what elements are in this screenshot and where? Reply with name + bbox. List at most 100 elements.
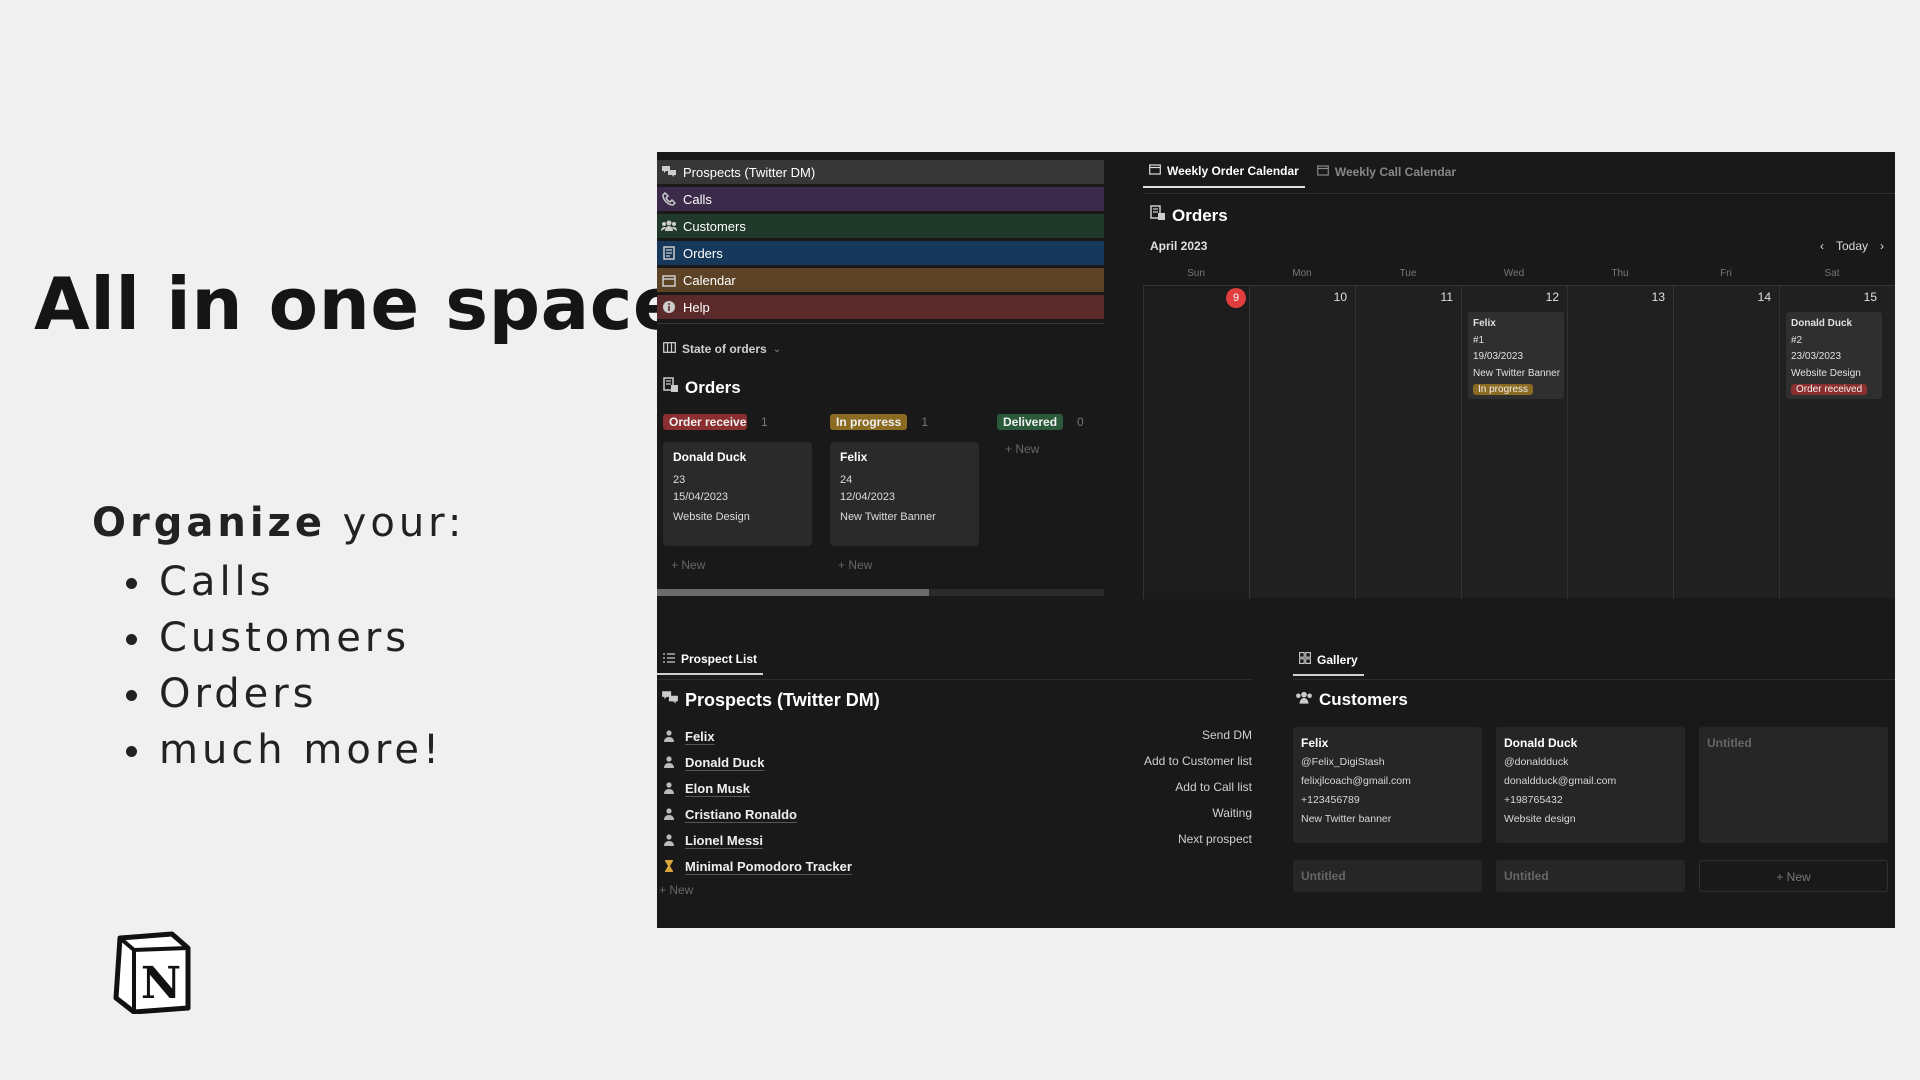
- nav-item-calls[interactable]: Calls: [657, 187, 1104, 211]
- calendar-day[interactable]: 9: [1143, 286, 1249, 599]
- chevron-right-icon[interactable]: ›: [1880, 239, 1884, 253]
- new-card-button[interactable]: + New: [663, 558, 818, 572]
- calendar-day[interactable]: 10: [1249, 286, 1355, 599]
- nav-label: Calls: [683, 191, 712, 207]
- new-card-button[interactable]: + New: [830, 558, 985, 572]
- weekday-label: Thu: [1611, 268, 1629, 279]
- calendar-icon: [661, 272, 677, 288]
- status-badge: In progress: [1473, 384, 1534, 395]
- order-card[interactable]: Donald Duck 23 15/04/2023 Website Design: [663, 442, 812, 546]
- calendar-icon: [1149, 164, 1161, 178]
- customer-card[interactable]: Donald Duck @donaldduck donaldduck@gmail…: [1496, 727, 1685, 843]
- view-tab-label: State of orders: [682, 342, 767, 356]
- board-column: In progress 1 Felix 24 12/04/2023 New Tw…: [830, 412, 985, 572]
- nav-item-customers[interactable]: Customers: [657, 214, 1104, 238]
- users-icon: [1295, 690, 1313, 710]
- tab-weekly-call-calendar[interactable]: Weekly Call Calendar: [1311, 165, 1462, 187]
- weekday-label: Wed: [1503, 268, 1525, 279]
- calendar-month: April 2023: [1150, 239, 1208, 253]
- orders-icon: [663, 377, 679, 398]
- nav-item-orders[interactable]: Orders: [657, 241, 1104, 265]
- list-item[interactable]: Lionel Messi Next prospect: [657, 827, 1252, 853]
- weekday-label: Fri: [1720, 268, 1732, 279]
- customer-card[interactable]: Untitled: [1496, 860, 1685, 892]
- board-column: Delivered 0 + New: [997, 412, 1097, 456]
- status-badge: Order received: [1791, 384, 1868, 395]
- receipt-icon: [661, 245, 677, 261]
- hourglass-icon: [661, 860, 677, 872]
- organize-list: Organize your: Calls Customers Orders mu…: [92, 500, 465, 778]
- new-row-button[interactable]: + New: [657, 883, 1252, 897]
- info-icon: [661, 299, 677, 315]
- calendar-day[interactable]: 11: [1355, 286, 1461, 599]
- nav-label: Customers: [683, 218, 746, 234]
- notion-workspace: Prospects (Twitter DM) Calls Customers O…: [657, 152, 1895, 928]
- calendar-tabs: Weekly Order Calendar Weekly Call Calend…: [1143, 164, 1468, 188]
- board-scrollbar[interactable]: [657, 589, 1104, 596]
- new-card-button[interactable]: + New: [997, 442, 1097, 456]
- chat-icon: [661, 164, 677, 180]
- new-card-button[interactable]: + New: [1699, 860, 1888, 892]
- column-count: 0: [1077, 415, 1084, 429]
- weekday-label: Sat: [1824, 268, 1840, 279]
- list-item[interactable]: Elon Musk Add to Call list: [657, 775, 1252, 801]
- tab-prospect-list[interactable]: Prospect List: [657, 652, 764, 675]
- person-icon: [661, 808, 677, 820]
- list-item[interactable]: Felix Send DM: [657, 723, 1252, 749]
- nav-label: Prospects (Twitter DM): [683, 164, 816, 180]
- nav-label: Orders: [683, 245, 723, 261]
- hero-title: All in one space!: [34, 262, 716, 346]
- person-icon: [661, 730, 677, 742]
- column-count: 1: [921, 415, 929, 429]
- divider: [1293, 679, 1895, 680]
- customer-card[interactable]: Untitled: [1293, 860, 1482, 892]
- today-marker: 9: [1226, 288, 1246, 308]
- divider: [1143, 193, 1895, 194]
- calendar-day[interactable]: 14: [1673, 286, 1779, 599]
- nav-label: Help: [683, 299, 710, 315]
- person-icon: [661, 834, 677, 846]
- order-card[interactable]: Felix 24 12/04/2023 New Twitter Banner: [830, 442, 979, 546]
- organize-rest: your:: [325, 500, 466, 546]
- customer-card[interactable]: Untitled: [1699, 727, 1888, 843]
- chevron-left-icon[interactable]: ‹: [1820, 239, 1824, 253]
- bullet-item: Orders: [92, 666, 465, 722]
- calendar-day[interactable]: 15 Donald Duck #2 23/03/2023 Website Des…: [1779, 286, 1885, 599]
- calendar-event[interactable]: Felix #1 19/03/2023 New Twitter Banner I…: [1468, 312, 1564, 399]
- status-badge: Delivered: [997, 414, 1064, 430]
- view-tab-state-of-orders[interactable]: State of orders ⌄: [663, 342, 781, 356]
- person-icon: [661, 782, 677, 794]
- nav-item-help[interactable]: Help: [657, 295, 1104, 319]
- status-badge: In progress: [830, 414, 908, 430]
- list-item[interactable]: Donald Duck Add to Customer list: [657, 749, 1252, 775]
- logo-letter: N: [141, 958, 181, 1009]
- person-icon: [661, 756, 677, 768]
- list-item[interactable]: Minimal Pomodoro Tracker: [657, 853, 1252, 879]
- calendar-event[interactable]: Donald Duck #2 23/03/2023 Website Design…: [1786, 312, 1882, 399]
- orders-icon: [1150, 205, 1166, 226]
- calendar-icon: [1316, 165, 1329, 179]
- column-count: 1: [761, 415, 768, 429]
- prospect-list: Felix Send DM Donald Duck Add to Customer …: [657, 723, 1252, 897]
- today-button[interactable]: Today: [1836, 239, 1868, 253]
- calendar-nav: ‹ Today ›: [1814, 239, 1890, 253]
- calendar-day[interactable]: 12 Felix #1 19/03/2023 New Twitter Banne…: [1461, 286, 1567, 599]
- bullet-item: Calls: [92, 554, 465, 610]
- tab-weekly-order-calendar[interactable]: Weekly Order Calendar: [1143, 164, 1305, 188]
- notion-logo-icon: N: [113, 931, 191, 1014]
- scrollbar-thumb[interactable]: [657, 589, 929, 596]
- weekday-label: Mon: [1292, 268, 1312, 279]
- nav-item-calendar[interactable]: Calendar: [657, 268, 1104, 292]
- calendar-day[interactable]: 13: [1567, 286, 1673, 599]
- calendar-grid: 9 10 11 12 Felix #1 19/03/2023 New Twitt…: [1143, 285, 1895, 599]
- customers-title: Customers: [1295, 690, 1408, 710]
- list-icon: [663, 652, 675, 666]
- users-icon: [661, 218, 677, 234]
- weekday-label: Tue: [1399, 268, 1417, 279]
- list-item[interactable]: Cristiano Ronaldo Waiting: [657, 801, 1252, 827]
- nav-item-prospects[interactable]: Prospects (Twitter DM): [657, 160, 1104, 184]
- tab-gallery[interactable]: Gallery: [1293, 652, 1364, 676]
- chat-icon: [661, 690, 679, 711]
- nav-list: Prospects (Twitter DM) Calls Customers O…: [657, 160, 1104, 324]
- customer-card[interactable]: Felix @Felix_DigiStash felixjlcoach@gmai…: [1293, 727, 1482, 843]
